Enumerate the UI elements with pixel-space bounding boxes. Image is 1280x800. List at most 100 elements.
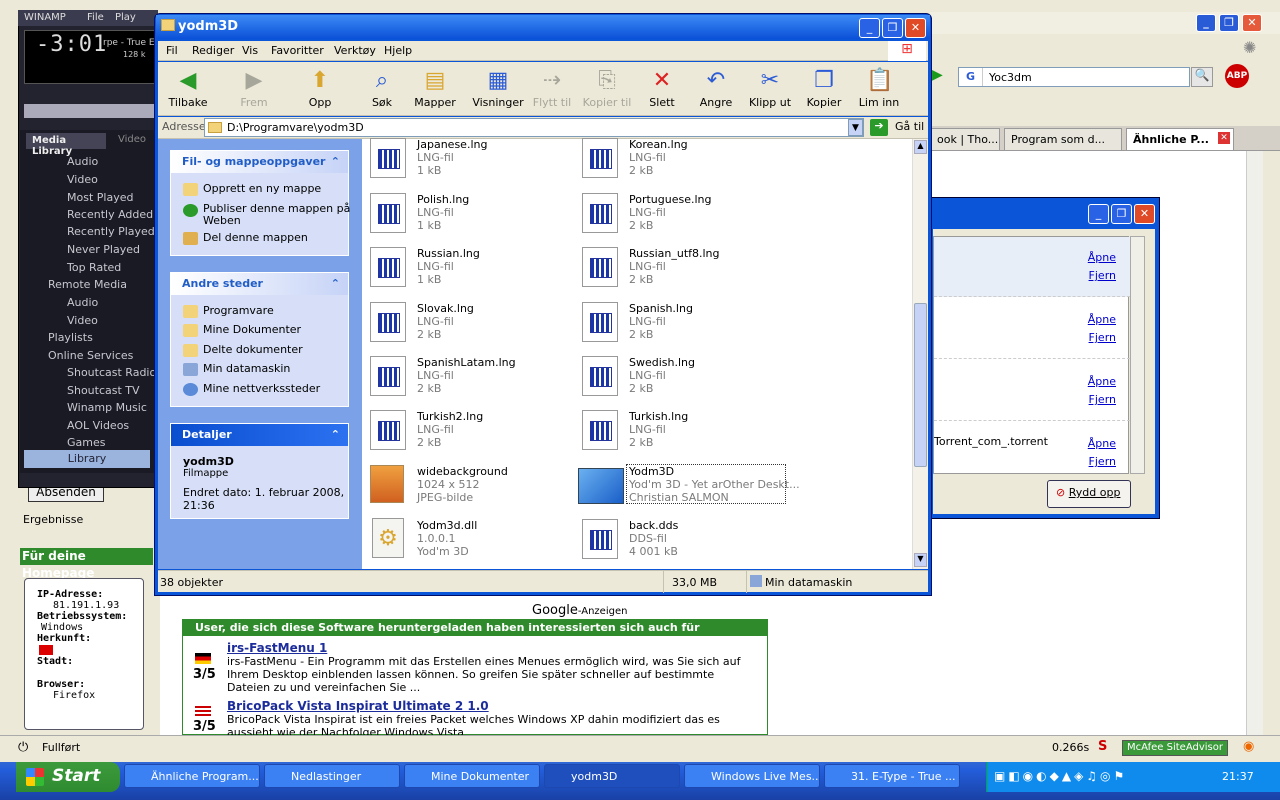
delete-button[interactable]: ✕ Slett xyxy=(632,68,692,114)
download-item[interactable]: Torrent_com_.torrent Åpne Fjern xyxy=(934,423,1130,483)
ml-remote-media[interactable]: Remote Media xyxy=(48,278,127,291)
scroll-down-icon[interactable]: ▼ xyxy=(914,553,927,567)
menu-fil[interactable]: Fil xyxy=(166,44,178,57)
open-link[interactable]: Åpne xyxy=(1088,251,1116,264)
place-programvare[interactable]: Programvare xyxy=(203,304,274,317)
search-button[interactable]: ⌕ Søk xyxy=(352,68,412,114)
task-publish-web[interactable]: Weben xyxy=(203,214,241,227)
firefox-minimize-button[interactable]: _ xyxy=(1196,14,1216,32)
tab-program-som[interactable]: Program som d... xyxy=(1004,128,1122,150)
taskbar-windows-live[interactable]: Windows Live Mes... xyxy=(684,764,820,788)
scroll-thumb[interactable] xyxy=(914,303,927,467)
place-min-datamaskin[interactable]: Min datamaskin xyxy=(203,362,290,375)
ml-top-rated[interactable]: Top Rated xyxy=(67,261,121,274)
go-label[interactable]: Gå til xyxy=(895,120,924,133)
scroll-up-icon[interactable]: ▲ xyxy=(914,140,927,154)
task-new-folder[interactable]: Opprett en ny mappe xyxy=(203,182,321,195)
clear-downloads-button[interactable]: ⊘ Rydd opp xyxy=(1047,480,1131,508)
paste-button[interactable]: 📋 Lim inn xyxy=(849,68,909,114)
close-button[interactable]: ✕ xyxy=(905,18,926,38)
move-to-button[interactable]: ⇢ Flytt til xyxy=(522,68,582,114)
ml-shoutcast-radio[interactable]: Shoutcast Radio xyxy=(67,366,156,379)
ml-shoutcast-tv[interactable]: Shoutcast TV xyxy=(67,384,140,397)
task-share[interactable]: Del denne mappen xyxy=(203,231,308,244)
file-tasks-title[interactable]: Fil- og mappeoppgaver ⌃ xyxy=(171,151,348,173)
search-icon[interactable]: 🔍 xyxy=(1191,67,1213,87)
remove-link[interactable]: Fjern xyxy=(1089,269,1116,282)
download-item[interactable]: Åpne Fjern xyxy=(934,361,1130,421)
file-item[interactable]: Swedish.lng LNG-fil 2 kB xyxy=(574,351,784,403)
downloads-close-button[interactable]: ✕ xyxy=(1134,204,1155,224)
downloads-maximize-button[interactable]: ❐ xyxy=(1111,204,1132,224)
ml-remote-video[interactable]: Video xyxy=(67,314,98,327)
open-link[interactable]: Åpne xyxy=(1088,437,1116,450)
ml-video[interactable]: Video xyxy=(67,173,98,186)
go-arrow-icon[interactable]: ➔ xyxy=(870,119,888,136)
ml-games[interactable]: Games xyxy=(67,436,105,449)
downloads-minimize-button[interactable]: _ xyxy=(1088,204,1109,224)
downloads-scrollbar[interactable] xyxy=(1130,236,1145,474)
ml-winamp-music[interactable]: Winamp Music xyxy=(67,401,147,414)
remove-link[interactable]: Fjern xyxy=(1089,331,1116,344)
download-item[interactable]: Åpne Fjern xyxy=(934,237,1130,297)
file-item[interactable]: Polish.lng LNG-fil 1 kB xyxy=(362,188,572,240)
views-button[interactable]: ▦ Visninger xyxy=(468,68,528,114)
forward-go-icon[interactable]: ▶ xyxy=(932,67,948,85)
place-mine-dokumenter[interactable]: Mine Dokumenter xyxy=(203,323,301,336)
menu-hjelp[interactable]: Hjelp xyxy=(384,44,412,57)
ml-recently-played[interactable]: Recently Played xyxy=(67,225,155,238)
firefox-restore-button[interactable]: ❐ xyxy=(1219,14,1239,32)
ad-title-link[interactable]: irs-FastMenu 1 xyxy=(227,642,327,655)
address-dropdown-icon[interactable]: ▼ xyxy=(848,119,863,136)
menu-vis[interactable]: Vis xyxy=(242,44,258,57)
library-button[interactable]: Library xyxy=(24,450,150,468)
minimize-button[interactable]: _ xyxy=(859,18,880,38)
file-item[interactable]: Turkish.lng LNG-fil 2 kB xyxy=(574,405,784,457)
place-delte-dokumenter[interactable]: Delte dokumenter xyxy=(203,343,303,356)
copy-button[interactable]: ❐ Kopier xyxy=(794,68,854,114)
file-item[interactable]: Russian_utf8.lng LNG-fil 2 kB xyxy=(574,242,784,294)
menu-favoritter[interactable]: Favoritter xyxy=(271,44,324,57)
ml-playlists[interactable]: Playlists xyxy=(48,331,93,344)
firefox-search-box[interactable]: G Yoc3dm xyxy=(958,67,1190,87)
tab-media-library[interactable]: Media Library xyxy=(26,133,106,157)
remove-link[interactable]: Fjern xyxy=(1089,455,1116,468)
download-item[interactable]: Åpne Fjern xyxy=(934,299,1130,359)
adblock-icon[interactable]: ABP xyxy=(1225,64,1249,88)
file-item[interactable]: Spanish.lng LNG-fil 2 kB xyxy=(574,297,784,349)
back-button[interactable]: ◀ Tilbake xyxy=(158,68,218,114)
ml-remote-audio[interactable]: Audio xyxy=(67,296,98,309)
folders-button[interactable]: ▤ Mapper xyxy=(405,68,465,114)
search-input[interactable]: Yoc3dm xyxy=(989,71,1032,84)
up-button[interactable]: ⬆ Opp xyxy=(290,68,350,114)
file-item[interactable]: Korean.lng LNG-fil 2 kB xyxy=(574,133,784,185)
close-tab-icon[interactable]: ✕ xyxy=(1218,132,1230,144)
page-scrollbar[interactable] xyxy=(1246,151,1263,735)
ad-title-link[interactable]: BricoPack Vista Inspirat Ultimate 2 1.0 xyxy=(227,700,489,713)
file-item[interactable]: Turkish2.lng LNG-fil 2 kB xyxy=(362,405,572,457)
winamp-menu-file[interactable]: File xyxy=(87,12,104,23)
collapse-icon[interactable]: ⌃ xyxy=(331,428,340,441)
taskbar-mine-dokumenter[interactable]: Mine Dokumenter xyxy=(404,764,540,788)
file-item[interactable]: SpanishLatam.lng LNG-fil 2 kB xyxy=(362,351,572,403)
file-item[interactable]: widebackground 1024 x 512 JPEG-bilde xyxy=(362,460,572,512)
ml-never-played[interactable]: Never Played xyxy=(67,243,140,256)
stumble-icon[interactable]: S xyxy=(1098,739,1107,754)
open-link[interactable]: Åpne xyxy=(1088,313,1116,326)
google-engine-icon[interactable]: G xyxy=(959,68,983,86)
file-item[interactable]: Slovak.lng LNG-fil 2 kB xyxy=(362,297,572,349)
details-title[interactable]: Detaljer ⌃ xyxy=(171,424,348,446)
ml-audio[interactable]: Audio xyxy=(67,155,98,168)
collapse-icon[interactable]: ⌃ xyxy=(331,277,340,290)
cut-button[interactable]: ✂ Klipp ut xyxy=(740,68,800,114)
maximize-button[interactable]: ❐ xyxy=(882,18,903,38)
file-list-scrollbar[interactable]: ▲ ▼ xyxy=(912,139,928,569)
file-item-selected[interactable]: Yodm3D Yod'm 3D - Yet arOther Deskt... Chr… xyxy=(574,460,800,512)
winamp-transport[interactable] xyxy=(24,104,156,118)
forward-button[interactable]: ▶ Frem xyxy=(224,68,284,114)
undo-button[interactable]: ↶ Angre xyxy=(686,68,746,114)
tray-icons[interactable]: ▣◧◉◐◆▲◈♫◎⚑ xyxy=(994,769,1127,783)
ml-recently-added[interactable]: Recently Added xyxy=(67,208,153,221)
file-item[interactable]: Japanese.lng LNG-fil 1 kB xyxy=(362,133,572,185)
open-link[interactable]: Åpne xyxy=(1088,375,1116,388)
